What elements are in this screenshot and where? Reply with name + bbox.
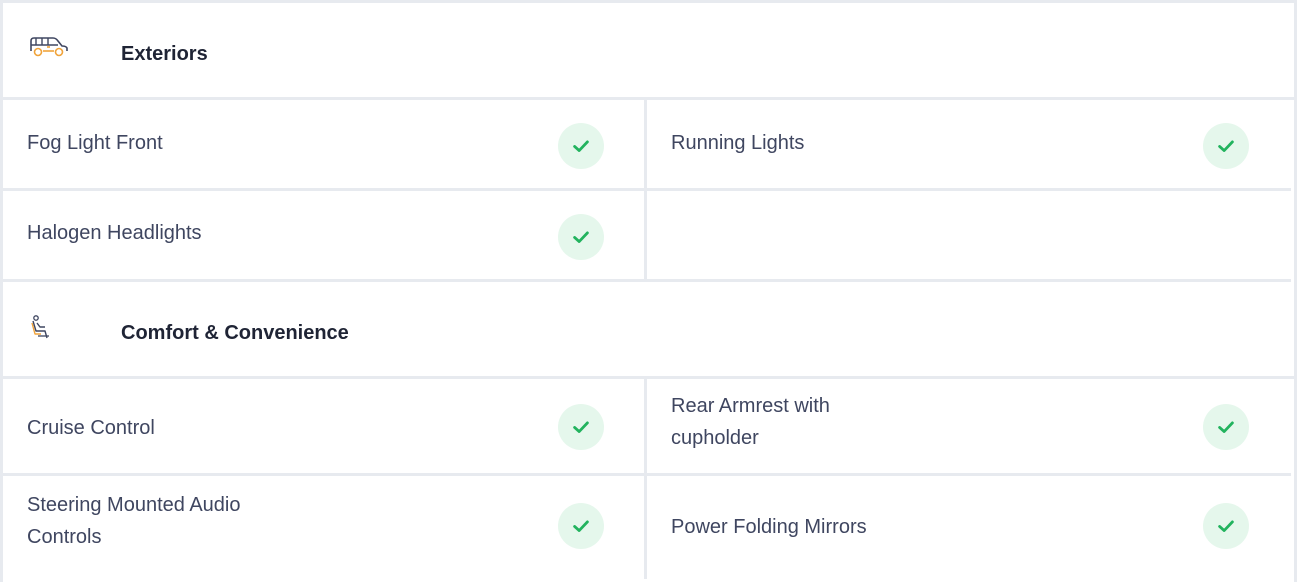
comfort-grid: Cruise Control Rear Armrest with cuphold… <box>3 379 1294 579</box>
features-panel: Exteriors Fog Light Front Running Lights… <box>0 0 1297 582</box>
feature-label: Halogen Headlights <box>27 222 202 244</box>
check-icon <box>558 123 604 169</box>
car-icon <box>27 33 71 61</box>
feature-label: Rear Armrest with cupholder <box>671 395 830 449</box>
section-title-comfort: Comfort & Convenience <box>121 322 349 344</box>
feature-cell-power-folding-mirrors: Power Folding Mirrors <box>647 476 1291 579</box>
section-header-exteriors[interactable]: Exteriors <box>3 3 1294 100</box>
feature-cell-empty <box>647 191 1291 282</box>
feature-cell-rear-armrest: Rear Armrest with cupholder <box>647 379 1291 476</box>
feature-cell-fog-light-front: Fog Light Front <box>3 100 647 191</box>
seat-icon <box>27 312 71 340</box>
check-icon <box>1203 503 1249 549</box>
feature-label: Fog Light Front <box>27 132 163 154</box>
feature-cell-steering-audio: Steering Mounted Audio Controls <box>3 476 647 579</box>
section-title-exteriors: Exteriors <box>121 43 208 65</box>
check-icon <box>558 404 604 450</box>
feature-cell-halogen-headlights: Halogen Headlights <box>3 191 647 282</box>
feature-label: Power Folding Mirrors <box>671 516 867 538</box>
check-icon <box>558 214 604 260</box>
check-icon <box>1203 404 1249 450</box>
feature-label: Running Lights <box>671 132 805 154</box>
feature-cell-running-lights: Running Lights <box>647 100 1291 191</box>
section-header-comfort[interactable]: Comfort & Convenience <box>3 282 1294 379</box>
feature-label: Cruise Control <box>27 417 155 439</box>
exteriors-grid: Fog Light Front Running Lights Halogen H… <box>3 100 1294 282</box>
check-icon <box>558 503 604 549</box>
feature-label: Steering Mounted Audio Controls <box>27 494 241 548</box>
check-icon <box>1203 123 1249 169</box>
feature-cell-cruise-control: Cruise Control <box>3 379 647 476</box>
